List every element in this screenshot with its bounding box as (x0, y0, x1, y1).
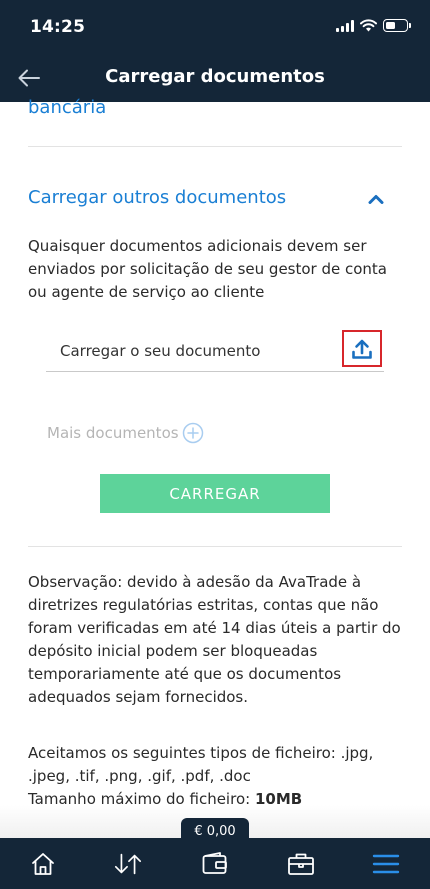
status-time: 14:25 (30, 17, 86, 37)
accepted-file-types: Aceitamos os seguintes tipos de ficheiro… (28, 744, 374, 785)
home-icon (32, 853, 54, 875)
nav-wallet[interactable] (200, 849, 230, 879)
upload-placeholder: Carregar o seu documento (60, 342, 261, 360)
wifi-icon (360, 19, 377, 32)
cellular-signal-icon (336, 19, 354, 32)
upload-field[interactable]: Carregar o seu documento (46, 330, 384, 372)
nav-menu[interactable] (371, 849, 401, 879)
verification-note: Observação: devido à adesão da AvaTrade … (28, 573, 401, 706)
upload-button[interactable] (342, 330, 382, 367)
more-documents-label: Mais documentos (47, 424, 179, 442)
more-documents-button[interactable]: Mais documentos (47, 422, 204, 444)
previous-section-title[interactable]: bancária (28, 97, 106, 118)
briefcase-icon (288, 853, 314, 875)
battery-icon (383, 19, 411, 32)
nav-portfolio[interactable] (286, 849, 316, 879)
file-types-info: Aceitamos os seguintes tipos de ficheiro… (28, 742, 408, 811)
app-header: 14:25 Carregar documentos (0, 0, 430, 102)
chevron-up-icon[interactable] (365, 188, 387, 210)
page-title: Carregar documentos (105, 66, 325, 87)
status-bar: 14:25 (0, 0, 430, 54)
divider (28, 546, 402, 547)
section-title[interactable]: Carregar outros documentos (28, 187, 286, 208)
nav-transfer[interactable] (113, 849, 143, 879)
transfer-icon (114, 853, 142, 875)
bottom-nav (0, 838, 430, 889)
nav-home[interactable] (28, 849, 58, 879)
section-description: Quaisquer documentos adicionais devem se… (28, 237, 388, 301)
divider (28, 146, 402, 147)
plus-circle-icon[interactable] (182, 422, 204, 444)
status-icons (336, 19, 411, 32)
menu-icon (372, 854, 400, 874)
upload-icon (352, 339, 372, 359)
upload-submit-button[interactable]: CARREGAR (100, 474, 330, 513)
wallet-icon (202, 852, 227, 874)
